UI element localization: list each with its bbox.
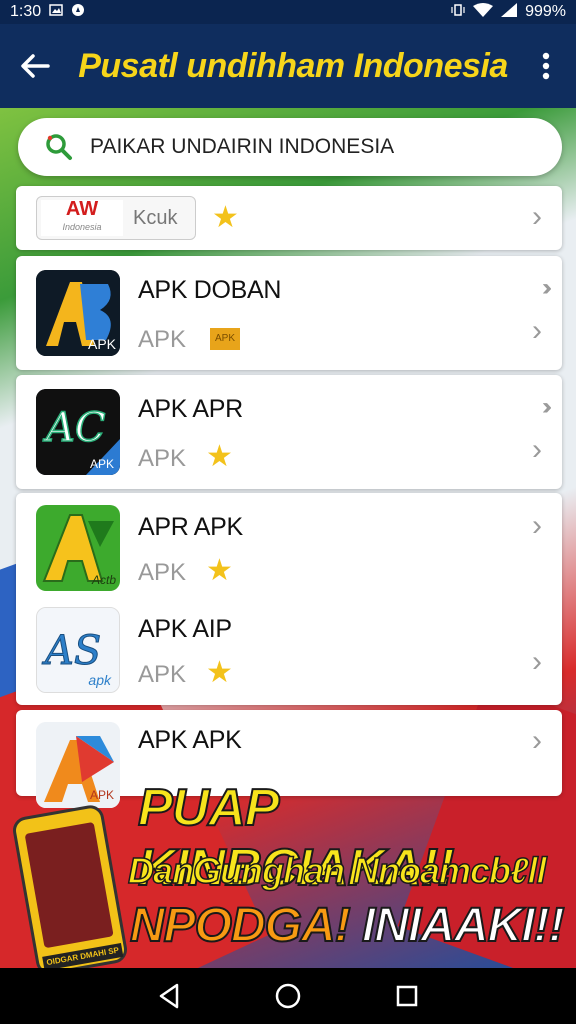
compass-icon	[71, 3, 85, 22]
list-item[interactable]: AC APK APK APR APK ★ ›› ›	[16, 375, 562, 489]
list-group: Actb APR APK APK ★ › AS apk APK AIP APK …	[16, 493, 562, 705]
list-item[interactable]: AW Indonesia Kcuk ★ ›	[16, 186, 562, 250]
chevron-right-icon[interactable]: ›	[532, 433, 542, 467]
chevron-right-icon[interactable]: ›	[532, 509, 542, 543]
star-icon: ★	[212, 201, 239, 234]
back-arrow-icon[interactable]	[0, 24, 70, 108]
search-bar[interactable]	[18, 118, 562, 176]
star-icon: ★	[206, 440, 233, 473]
app-bar: Pusatl undihham Indonesia	[0, 24, 576, 108]
apk-badge-icon: APK	[210, 328, 240, 350]
svg-text:AS: AS	[41, 628, 101, 674]
list-item[interactable]: AS apk APK AIP APK ★ ›	[16, 599, 562, 705]
promo-tagline: NPODGA! INIAAKI!!	[129, 898, 566, 953]
double-chevron-icon: ››	[542, 274, 552, 301]
brand-label: Kcuk	[133, 206, 178, 229]
list-item[interactable]: Actb APR APK APK ★ ›	[16, 493, 562, 599]
phone-illustration: OIDGAR DMAHI SP	[10, 803, 130, 977]
app-name: APK AIP	[138, 615, 232, 643]
double-chevron-icon: ››	[542, 393, 552, 420]
app-category: APK	[138, 661, 187, 688]
status-bar: 1:30 999%	[0, 0, 576, 24]
brand-chip[interactable]: AW Indonesia Kcuk	[36, 196, 196, 240]
search-input[interactable]	[90, 135, 510, 159]
system-nav-bar	[0, 968, 576, 1024]
nav-back-icon[interactable]	[149, 976, 189, 1016]
battery-percent: 999%	[525, 3, 566, 20]
nav-recents-icon[interactable]	[387, 976, 427, 1016]
wifi-icon	[473, 2, 494, 22]
search-icon	[46, 134, 72, 160]
brand-logo: AW Indonesia	[41, 199, 123, 236]
svg-text:AC: AC	[42, 405, 106, 451]
chevron-right-icon[interactable]: ›	[532, 314, 542, 348]
app-name: APR APK	[138, 513, 243, 541]
vibrate-icon	[451, 3, 465, 22]
app-icon: AS apk	[36, 607, 120, 693]
app-icon: AC APK	[36, 389, 120, 475]
promo-banner[interactable]: OIDGAR DMAHI SP PUAP KINBCIAKA!! DanGung…	[0, 770, 576, 977]
app-name: APK APR	[138, 395, 243, 423]
nav-home-icon[interactable]	[268, 976, 308, 1016]
app-name: APK APK	[138, 726, 242, 754]
signal-icon	[501, 2, 518, 22]
app-category: APK	[138, 559, 187, 586]
star-icon: ★	[206, 656, 233, 689]
more-options-icon[interactable]	[516, 24, 576, 108]
chevron-right-icon[interactable]: ›	[532, 200, 542, 234]
app-category: APK	[138, 445, 187, 472]
app-icon: Actb	[36, 505, 120, 591]
page-title: Pusatl undihham Indonesia	[78, 46, 508, 85]
chevron-right-icon[interactable]: ›	[532, 724, 542, 758]
promo-subline: DanGunghan Nnoamcbℓll	[127, 849, 547, 892]
gallery-icon	[49, 3, 63, 22]
status-time: 1:30	[10, 3, 42, 20]
app-category: APK	[138, 326, 187, 353]
app-name: APK DOBAN	[138, 276, 282, 304]
chevron-right-icon[interactable]: ›	[532, 645, 542, 679]
star-icon: ★	[206, 554, 233, 587]
app-icon: APK	[36, 270, 120, 356]
list-item[interactable]: APK APK DOBAN APK APK ›› ›	[16, 256, 562, 370]
